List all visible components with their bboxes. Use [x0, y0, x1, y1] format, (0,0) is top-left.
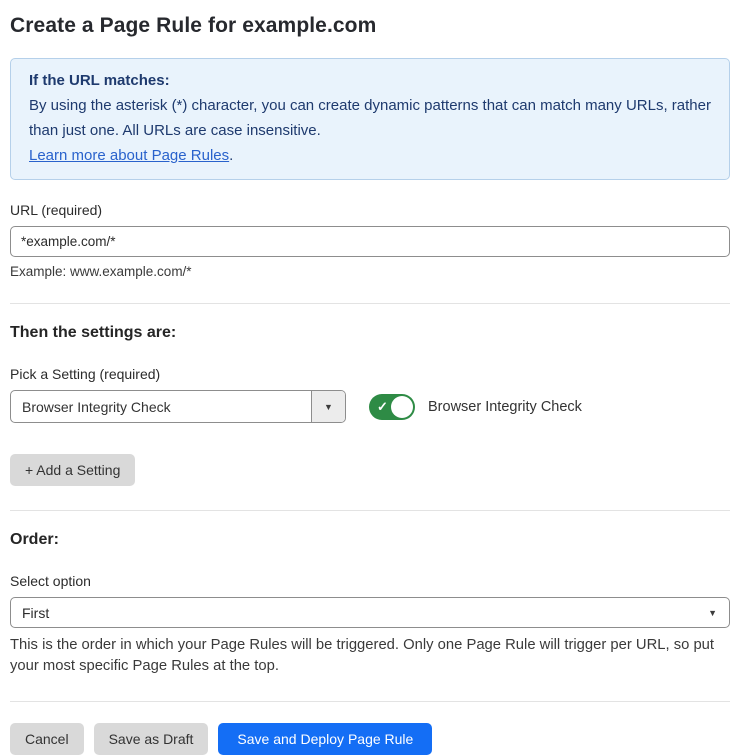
setting-dropdown[interactable]: Browser Integrity Check ▼: [10, 390, 346, 423]
section-divider: [10, 510, 730, 511]
page-title: Create a Page Rule for example.com: [10, 14, 730, 38]
chevron-down-icon: ▼: [324, 402, 333, 412]
pick-setting-label: Pick a Setting (required): [10, 366, 730, 382]
cancel-button[interactable]: Cancel: [10, 723, 84, 755]
url-example-helper: Example: www.example.com/*: [10, 264, 730, 279]
order-select-value: First: [22, 605, 49, 621]
url-match-info-box: If the URL matches: By using the asteris…: [10, 58, 730, 180]
save-draft-button[interactable]: Save as Draft: [94, 723, 209, 755]
chevron-down-icon: ▼: [708, 608, 717, 618]
setting-row: Browser Integrity Check ▼ ✓ Browser Inte…: [10, 390, 730, 423]
order-helper-text: This is the order in which your Page Rul…: [10, 635, 730, 677]
save-deploy-button[interactable]: Save and Deploy Page Rule: [218, 723, 432, 755]
learn-more-link[interactable]: Learn more about Page Rules: [29, 147, 229, 164]
order-select[interactable]: First ▼: [10, 597, 730, 628]
setting-dropdown-arrow-button[interactable]: ▼: [311, 391, 345, 422]
section-divider: [10, 303, 730, 304]
url-input[interactable]: [10, 226, 730, 257]
footer-actions: Cancel Save as Draft Save and Deploy Pag…: [10, 723, 730, 755]
url-field-label: URL (required): [10, 202, 730, 218]
toggle-label: Browser Integrity Check: [428, 399, 582, 415]
order-section-heading: Order:: [10, 531, 730, 549]
footer-divider: [10, 701, 730, 702]
info-box-link-line: Learn more about Page Rules.: [29, 143, 711, 168]
info-box-heading: If the URL matches:: [29, 68, 711, 93]
order-select-label: Select option: [10, 573, 730, 589]
check-icon: ✓: [377, 399, 388, 415]
toggle-knob: [391, 396, 413, 418]
info-box-body: By using the asterisk (*) character, you…: [29, 93, 711, 143]
settings-section-heading: Then the settings are:: [10, 324, 730, 342]
page-rule-form: Create a Page Rule for example.com If th…: [0, 0, 750, 755]
add-setting-button[interactable]: + Add a Setting: [10, 454, 135, 486]
browser-integrity-toggle[interactable]: ✓: [369, 394, 415, 420]
link-suffix: .: [229, 147, 233, 164]
setting-dropdown-value: Browser Integrity Check: [11, 391, 311, 422]
